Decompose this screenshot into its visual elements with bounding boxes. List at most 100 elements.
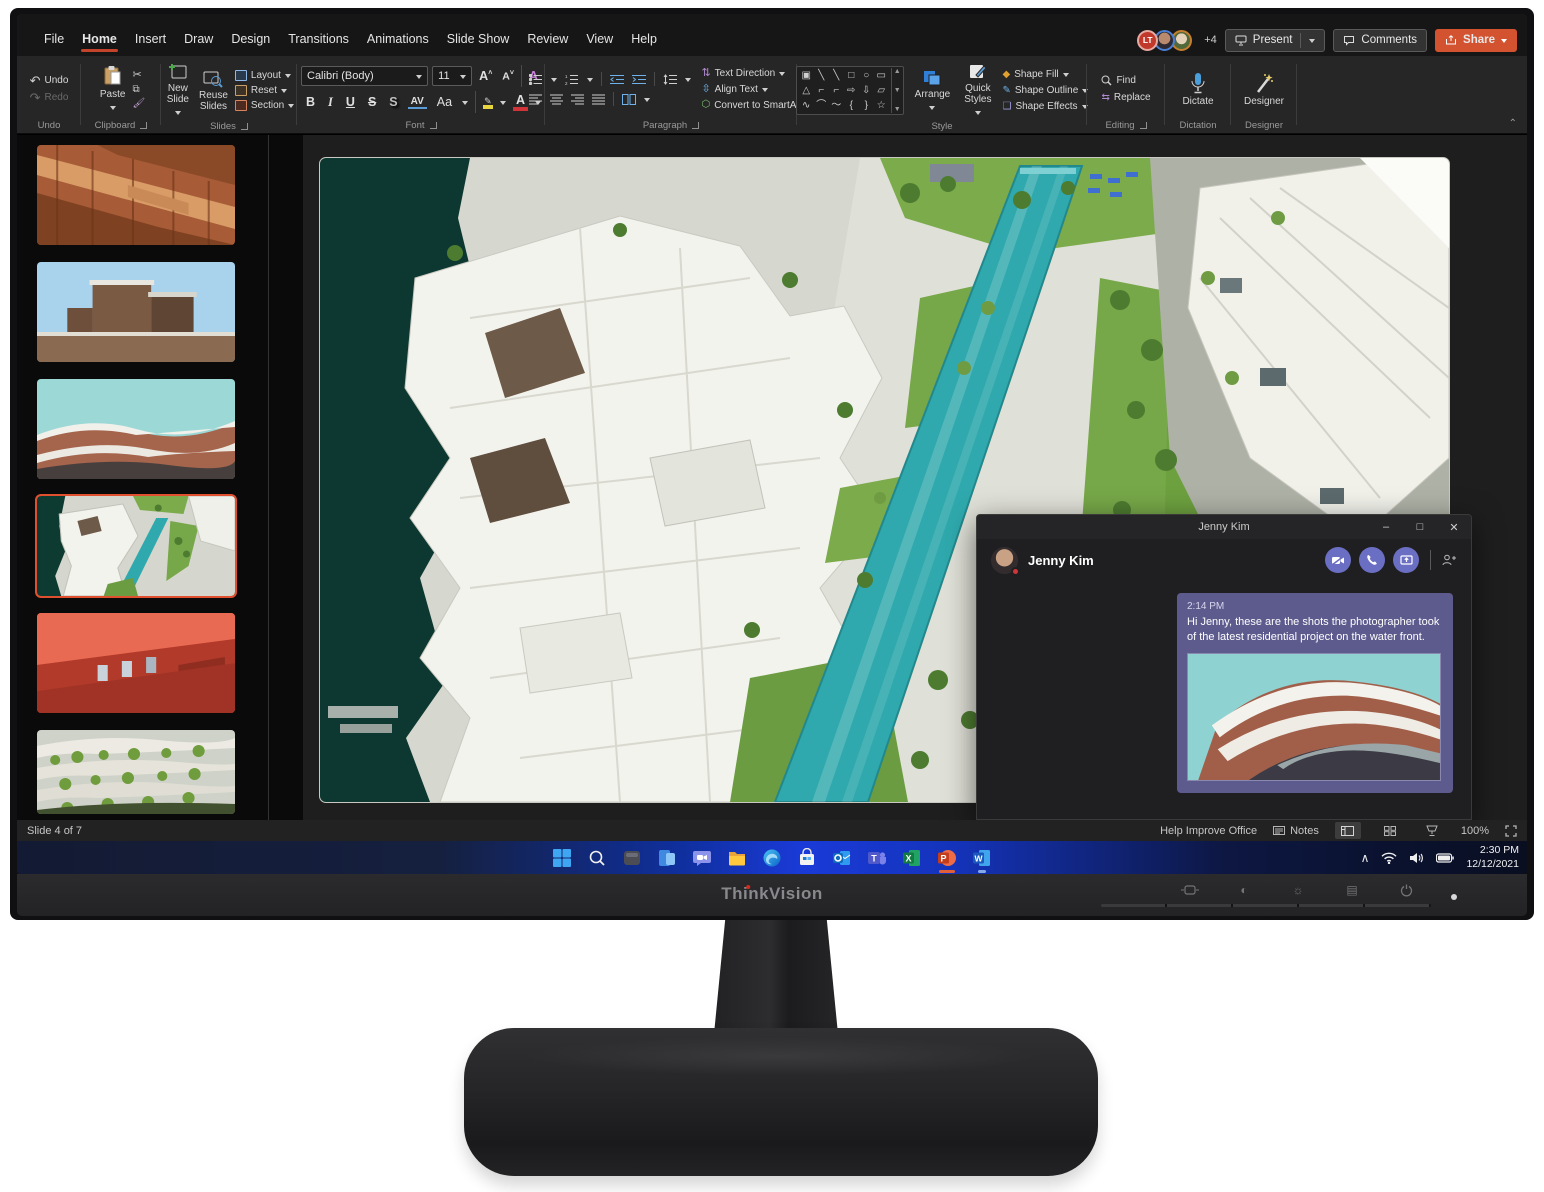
fit-to-window-icon[interactable] (1505, 825, 1517, 837)
volume-icon[interactable] (1409, 852, 1424, 864)
menu-file[interactable]: File (35, 28, 73, 53)
task-view-button[interactable] (619, 845, 645, 871)
slide-thumbnail-6[interactable] (37, 730, 235, 814)
notes-button[interactable]: Notes (1273, 825, 1319, 837)
redo-button[interactable]: ↷Redo (30, 91, 69, 104)
gallery-scroll[interactable]: ▲▼▼ (891, 68, 901, 113)
decrease-indent-icon[interactable] (610, 74, 624, 85)
dialog-launcher-icon[interactable] (430, 122, 437, 129)
underline-button[interactable]: U (343, 95, 358, 109)
menu-review[interactable]: Review (518, 28, 577, 53)
arrange-button[interactable]: Arrange (912, 67, 954, 115)
quick-styles-button[interactable]: Quick Styles (961, 61, 994, 120)
text-shadow-button[interactable]: S (386, 95, 400, 109)
bullets-icon[interactable] (529, 74, 543, 85)
widgets-button[interactable] (654, 845, 680, 871)
word-button[interactable]: W (969, 845, 995, 871)
more-collaborators[interactable]: +4 (1204, 34, 1217, 46)
search-button[interactable] (584, 845, 610, 871)
video-call-button[interactable] (1325, 547, 1351, 573)
present-button[interactable]: Present (1225, 29, 1326, 52)
find-button[interactable]: Find (1101, 75, 1135, 86)
chat-button[interactable] (689, 845, 715, 871)
shapes-gallery[interactable]: ▣╲╲□○▭ △⌐⌐⇨⇩▱ ∿⌒〜{}☆ ▲▼▼ (796, 66, 904, 115)
teams-app-button[interactable]: T (864, 845, 890, 871)
edge-button[interactable] (759, 845, 785, 871)
slide-thumbnail-2[interactable] (37, 262, 235, 362)
zoom-level[interactable]: 100% (1461, 825, 1489, 837)
justify-icon[interactable] (592, 94, 605, 105)
cut-icon[interactable]: ✂ (132, 70, 145, 81)
minimize-icon[interactable]: – (1369, 515, 1403, 539)
powerpoint-button[interactable]: P (934, 845, 960, 871)
designer-button[interactable]: Designer (1241, 70, 1287, 109)
audio-call-button[interactable] (1359, 547, 1385, 573)
add-person-icon[interactable] (1442, 554, 1457, 566)
slide-thumbnail-1[interactable] (37, 145, 235, 245)
text-direction-button[interactable]: ⇅Text Direction (701, 68, 785, 79)
shrink-font-button[interactable]: A˅ (499, 70, 517, 83)
dialog-launcher-icon[interactable] (241, 123, 248, 130)
align-text-button[interactable]: ⇳Align Text (701, 84, 767, 95)
align-right-icon[interactable] (571, 94, 584, 105)
menu-insert[interactable]: Insert (126, 28, 175, 53)
clock[interactable]: 2:30 PM 12/12/2021 (1466, 844, 1519, 870)
wifi-icon[interactable] (1381, 852, 1397, 864)
slide-thumbnail-5[interactable] (37, 613, 235, 713)
menu-slideshow[interactable]: Slide Show (438, 28, 519, 53)
dialog-launcher-icon[interactable] (1140, 122, 1147, 129)
battery-icon[interactable] (1436, 853, 1454, 863)
columns-icon[interactable] (622, 94, 636, 105)
format-painter-icon[interactable]: 🖌 (132, 99, 145, 109)
slide-sorter-view-button[interactable] (1377, 822, 1403, 839)
align-center-icon[interactable] (550, 94, 563, 105)
normal-view-button[interactable] (1335, 822, 1361, 839)
message-photo-attachment[interactable] (1187, 653, 1441, 781)
help-improve-office-link[interactable]: Help Improve Office (1160, 825, 1257, 837)
copy-icon[interactable]: ⧉ (132, 85, 145, 95)
layout-button[interactable]: Layout (235, 70, 291, 81)
menu-home[interactable]: Home (73, 28, 126, 53)
shape-fill-button[interactable]: ◆Shape Fill (1002, 69, 1068, 80)
avatar[interactable]: LT (1137, 30, 1158, 51)
font-size-select[interactable]: 11 (432, 66, 472, 86)
line-spacing-icon[interactable] (663, 74, 677, 85)
dialog-launcher-icon[interactable] (140, 122, 147, 129)
grow-font-button[interactable]: A˄ (476, 69, 495, 83)
strikethrough-button[interactable]: S (365, 95, 379, 109)
shape-outline-button[interactable]: ✎Shape Outline (1002, 85, 1088, 96)
slide-thumbnail-3[interactable] (37, 379, 235, 479)
tray-chevron-up-icon[interactable]: ∧ (1361, 852, 1370, 864)
change-case-button[interactable]: Aa (434, 95, 455, 109)
bold-button[interactable]: B (303, 95, 318, 109)
menu-view[interactable]: View (577, 28, 622, 53)
close-icon[interactable]: ✕ (1437, 515, 1471, 539)
excel-button[interactable]: X (899, 845, 925, 871)
dialog-launcher-icon[interactable] (692, 122, 699, 129)
teams-titlebar[interactable]: Jenny Kim – □ ✕ (977, 515, 1471, 539)
microsoft-store-button[interactable] (794, 845, 820, 871)
start-button[interactable] (549, 845, 575, 871)
highlight-color-button[interactable]: ✎ (483, 96, 493, 109)
dictate-button[interactable]: Dictate (1179, 70, 1216, 109)
menu-animations[interactable]: Animations (358, 28, 438, 53)
font-color-button[interactable]: A (513, 93, 528, 111)
reset-button[interactable]: Reset (235, 85, 287, 96)
outlook-button[interactable] (829, 845, 855, 871)
font-name-select[interactable]: Calibri (Body) (301, 66, 428, 86)
menu-help[interactable]: Help (622, 28, 666, 53)
numbering-icon[interactable]: 12 (565, 74, 579, 85)
menu-design[interactable]: Design (222, 28, 279, 53)
collapse-ribbon-icon[interactable]: ⌃ (1509, 119, 1517, 129)
menu-transitions[interactable]: Transitions (279, 28, 358, 53)
reuse-slides-button[interactable]: Reuse Slides (196, 68, 231, 114)
italic-button[interactable]: I (325, 95, 336, 110)
increase-indent-icon[interactable] (632, 74, 646, 85)
maximize-icon[interactable]: □ (1403, 515, 1437, 539)
paste-button[interactable]: Paste (97, 63, 129, 115)
replace-button[interactable]: ⇆Replace (1101, 92, 1150, 103)
slideshow-view-button[interactable] (1419, 822, 1445, 839)
share-button[interactable]: Share (1435, 29, 1517, 52)
new-slide-button[interactable]: New Slide (164, 61, 192, 120)
comments-button[interactable]: Comments (1333, 29, 1427, 52)
